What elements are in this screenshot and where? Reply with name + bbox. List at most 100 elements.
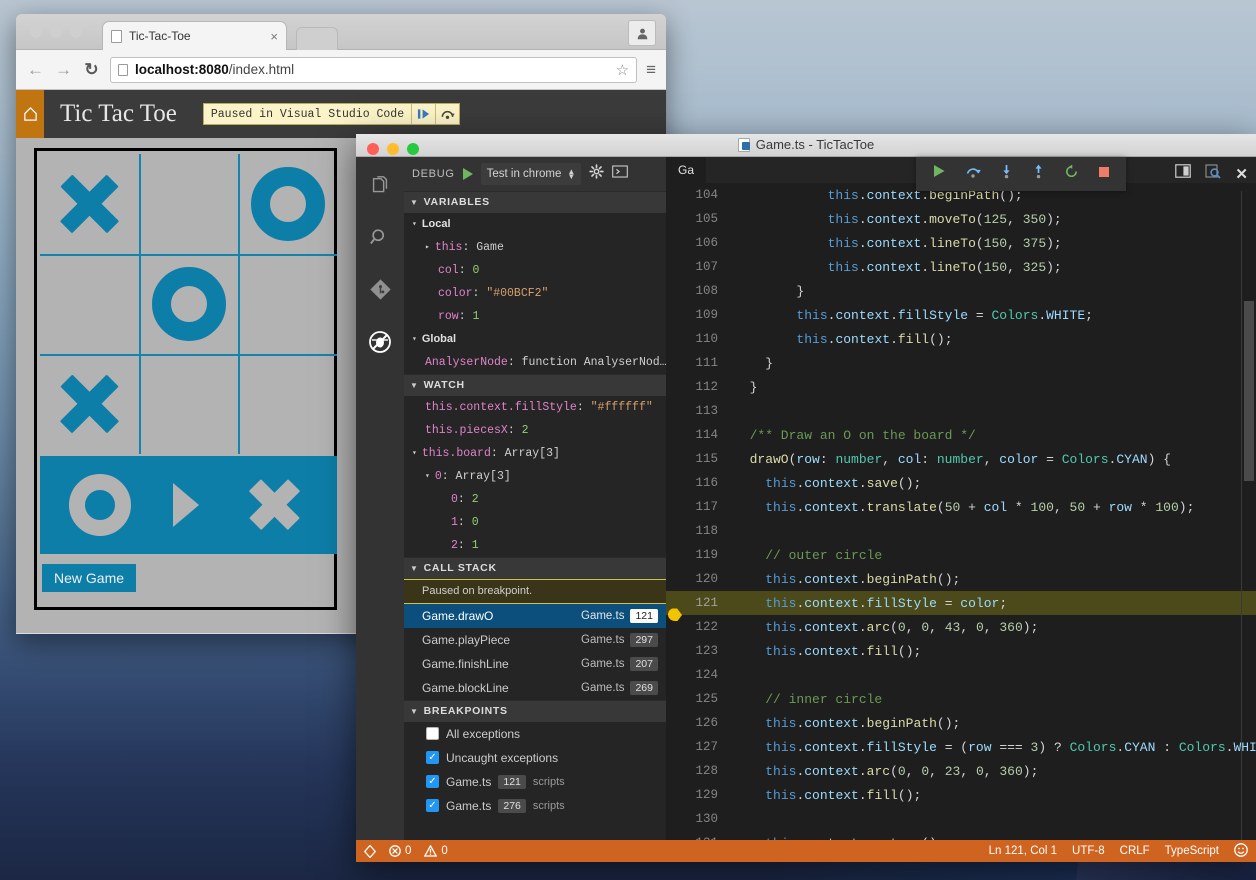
browser-menu-icon[interactable]: ≡ xyxy=(646,60,656,80)
variable-row[interactable]: 0: 2 xyxy=(404,488,666,511)
variable-row[interactable]: ▾ this.board: Array[3] xyxy=(404,442,666,465)
window-minimize-button[interactable] xyxy=(50,26,62,38)
call-stack-row[interactable]: Game.drawO Game.ts 121 xyxy=(404,603,666,628)
breakpoint-checkbox[interactable]: ✓ xyxy=(426,775,439,789)
code-line[interactable]: 126 this.context.beginPath(); xyxy=(666,711,1256,735)
new-game-button[interactable]: New Game xyxy=(42,564,137,592)
code-line[interactable]: 123 this.context.fill(); xyxy=(666,639,1256,663)
code-line[interactable]: 109 this.context.fillStyle = Colors.WHIT… xyxy=(666,303,1256,327)
split-editor-icon[interactable] xyxy=(1175,164,1192,183)
code-line[interactable]: 115 drawO(row: number, col: number, colo… xyxy=(666,447,1256,471)
breakpoint-row[interactable]: ✓ Uncaught exceptions xyxy=(404,746,666,770)
breakpoint-row[interactable]: ✓ Game.ts 276 scripts xyxy=(404,794,666,818)
cursor-position[interactable]: Ln 121, Col 1 xyxy=(989,845,1057,857)
error-status[interactable]: 0 xyxy=(389,845,411,857)
window-close-button[interactable] xyxy=(30,26,42,38)
code-line[interactable]: 131 this.context.restore(); xyxy=(666,831,1256,840)
variable-row[interactable]: row: 1 xyxy=(404,305,666,328)
address-bar[interactable]: localhost:8080/index.html ☆ xyxy=(110,56,638,83)
breakpoint-row[interactable]: ✓ Game.ts 121 scripts xyxy=(404,770,666,794)
vscode-window[interactable]: Game.ts - TicTacToe DEBUG Test in chrome… xyxy=(356,134,1256,862)
variable-row[interactable]: ▾ 0: Array[3] xyxy=(404,465,666,488)
expand-twisty-icon[interactable]: ▾ xyxy=(412,334,417,344)
debug-icon[interactable] xyxy=(365,327,395,357)
language-mode[interactable]: TypeScript xyxy=(1165,845,1219,857)
vscode-minimize-button[interactable] xyxy=(387,143,399,155)
collapse-twisty-icon[interactable]: ▼ xyxy=(410,198,419,207)
board-cell-2-2[interactable] xyxy=(238,354,337,454)
restart-icon[interactable] xyxy=(1064,164,1079,184)
expand-twisty-icon[interactable]: ▾ xyxy=(425,471,430,481)
code-line[interactable]: 113 xyxy=(666,399,1256,423)
code-editor[interactable]: 104 this.context.beginPath(); 105 this.co… xyxy=(666,183,1256,840)
variables-panel-header[interactable]: ▼ VARIABLES xyxy=(404,190,666,213)
page-info-icon[interactable] xyxy=(118,63,128,76)
code-line[interactable]: 112 } xyxy=(666,375,1256,399)
smiley-icon[interactable] xyxy=(1234,842,1248,860)
collapse-twisty-icon[interactable]: ▼ xyxy=(410,707,419,716)
code-line[interactable]: 114 /** Draw an O on the board */ xyxy=(666,423,1256,447)
code-line[interactable]: 121 this.context.fillStyle = color; xyxy=(666,591,1256,622)
collapse-twisty-icon[interactable]: ▼ xyxy=(410,564,419,573)
new-tab-button[interactable] xyxy=(296,27,338,50)
code-line[interactable]: 124 xyxy=(666,663,1256,687)
line-endings[interactable]: CRLF xyxy=(1120,845,1150,857)
board-cell-2-1[interactable] xyxy=(139,354,238,454)
code-line[interactable]: 130 xyxy=(666,807,1256,831)
board-grid[interactable] xyxy=(40,154,337,454)
close-editor-icon[interactable]: ✕ xyxy=(1235,165,1248,183)
source-control-icon[interactable] xyxy=(365,275,395,305)
code-line[interactable]: 116 this.context.save(); xyxy=(666,471,1256,495)
editor-vertical-scrollbar[interactable] xyxy=(1242,191,1256,840)
expand-twisty-icon[interactable]: ▾ xyxy=(412,448,417,458)
code-line[interactable]: 110 this.context.fill(); xyxy=(666,327,1256,351)
board-cell-2-0[interactable] xyxy=(40,354,139,454)
code-line[interactable]: 117 this.context.translate(50 + col * 10… xyxy=(666,495,1256,519)
continue-icon[interactable] xyxy=(932,164,946,183)
home-icon[interactable] xyxy=(16,90,44,138)
step-over-icon[interactable] xyxy=(965,164,981,184)
reload-button[interactable]: ↻ xyxy=(82,60,101,80)
bookmark-star-icon[interactable]: ☆ xyxy=(616,61,629,79)
board-cell-1-1[interactable] xyxy=(139,254,238,354)
tic-tac-toe-board[interactable]: New Game xyxy=(34,148,337,610)
window-zoom-button[interactable] xyxy=(70,26,82,38)
board-cell-0-0[interactable] xyxy=(40,154,139,254)
launch-config-select[interactable]: Test in chrome ▲ ▼ xyxy=(480,162,582,185)
breakpoint-checkbox[interactable]: ✓ xyxy=(426,799,439,813)
code-line[interactable]: 120 this.context.beginPath(); xyxy=(666,567,1256,591)
code-line[interactable]: 105 this.context.moveTo(125, 350); xyxy=(666,207,1256,231)
call-stack-row[interactable]: Game.blockLine Game.ts 269 xyxy=(404,676,666,700)
code-line[interactable]: 111 } xyxy=(666,351,1256,375)
code-line[interactable]: 106 this.context.lineTo(150, 375); xyxy=(666,231,1256,255)
code-line[interactable]: 128 this.context.arc(0, 0, 23, 0, 360); xyxy=(666,759,1256,783)
breakpoints-panel-header[interactable]: ▼ BREAKPOINTS xyxy=(404,699,666,722)
code-line[interactable]: 127 this.context.fillStyle = (row === 3)… xyxy=(666,735,1256,759)
variable-scope-row[interactable]: ▾ Local xyxy=(404,213,666,236)
expand-twisty-icon[interactable]: ▾ xyxy=(412,219,417,229)
editor-tab-game-ts[interactable]: Ga xyxy=(666,156,708,184)
vscode-close-button[interactable] xyxy=(367,143,379,155)
code-line[interactable]: 122 this.context.arc(0, 0, 43, 0, 360); xyxy=(666,615,1256,639)
warning-status[interactable]: 0 xyxy=(424,845,448,857)
code-line[interactable]: 118 xyxy=(666,519,1256,543)
code-line[interactable]: 108 } xyxy=(666,279,1256,303)
code-line[interactable]: 129 this.context.fill(); xyxy=(666,783,1256,807)
board-cell-0-1[interactable] xyxy=(139,154,238,254)
variable-row[interactable]: col: 0 xyxy=(404,259,666,282)
variable-row[interactable]: 2: 1 xyxy=(404,534,666,557)
step-out-icon[interactable] xyxy=(1032,164,1045,184)
back-button[interactable]: ← xyxy=(26,60,45,80)
variable-scope-row[interactable]: ▾ Global xyxy=(404,328,666,351)
variable-row[interactable]: this.piecesX: 2 xyxy=(404,419,666,442)
watch-panel-header[interactable]: ▼ WATCH xyxy=(404,373,666,396)
call-stack-row[interactable]: Game.finishLine Game.ts 207 xyxy=(404,652,666,676)
step-into-icon[interactable] xyxy=(1000,164,1013,184)
stop-icon[interactable] xyxy=(1098,165,1110,183)
browser-tab[interactable]: Tic-Tac-Toe × xyxy=(102,21,287,50)
start-debug-icon[interactable] xyxy=(462,167,473,180)
debug-console-icon[interactable] xyxy=(612,165,629,183)
vscode-zoom-button[interactable] xyxy=(407,143,419,155)
collapse-twisty-icon[interactable]: ▼ xyxy=(410,381,419,390)
variable-row[interactable]: 1: 0 xyxy=(404,511,666,534)
